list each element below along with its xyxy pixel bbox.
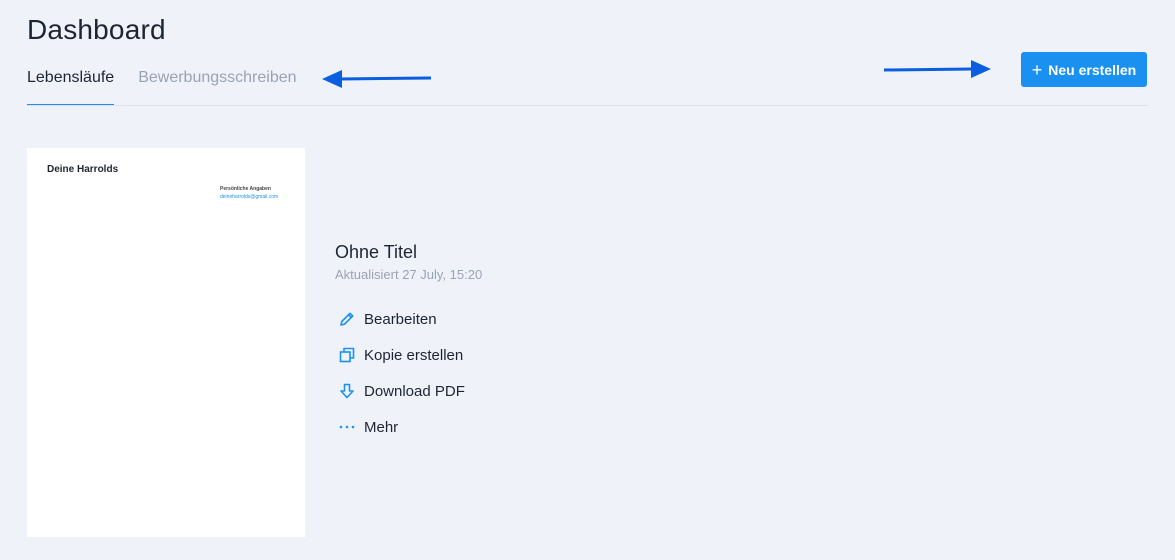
document-tabs: Lebensläufe Bewerbungsschreiben: [27, 66, 321, 107]
tabs-divider: [27, 105, 1148, 106]
tab-lebenslaeufe[interactable]: Lebensläufe: [27, 66, 115, 106]
document-updated: Aktualisiert 27 July, 15:20: [335, 267, 483, 282]
copy-action[interactable]: Kopie erstellen: [337, 337, 465, 373]
page-title: Dashboard: [27, 14, 166, 45]
annotation-arrow-left-icon: [322, 70, 432, 88]
thumbnail-section-heading: Persönliche Angaben: [220, 186, 271, 192]
document-actions: Bearbeiten Kopie erstellen Download PDF: [337, 301, 465, 445]
download-icon: [337, 381, 357, 401]
edit-action[interactable]: Bearbeiten: [337, 301, 465, 337]
dashboard-page: Dashboard Lebensläufe Bewerbungsschreibe…: [0, 0, 1175, 560]
more-action-label: Mehr: [364, 418, 399, 436]
document-info: Ohne Titel Aktualisiert 27 July, 15:20: [335, 240, 482, 282]
document-thumbnail[interactable]: Deine Harrolds Persönliche Angaben deine…: [27, 148, 305, 537]
download-pdf-label: Download PDF: [364, 382, 465, 400]
copy-action-label: Kopie erstellen: [364, 346, 464, 364]
document-title[interactable]: Ohne Titel: [335, 240, 482, 264]
new-document-button[interactable]: + Neu erstellen: [1021, 52, 1147, 87]
copy-icon: [337, 345, 357, 365]
edit-action-label: Bearbeiten: [364, 310, 437, 328]
new-document-label: Neu erstellen: [1048, 61, 1137, 78]
thumbnail-name: Deine Harrolds: [47, 164, 119, 175]
thumbnail-email: deineharrolds@gmail.com: [220, 194, 279, 200]
tab-bewerbungsschreiben[interactable]: Bewerbungsschreiben: [138, 66, 296, 106]
pencil-icon: [337, 309, 357, 329]
plus-icon: +: [1031, 59, 1043, 80]
more-dots-icon: [337, 417, 357, 437]
download-pdf-action[interactable]: Download PDF: [337, 373, 465, 409]
annotation-arrow-right-icon: [883, 60, 991, 78]
more-action[interactable]: Mehr: [337, 409, 465, 445]
